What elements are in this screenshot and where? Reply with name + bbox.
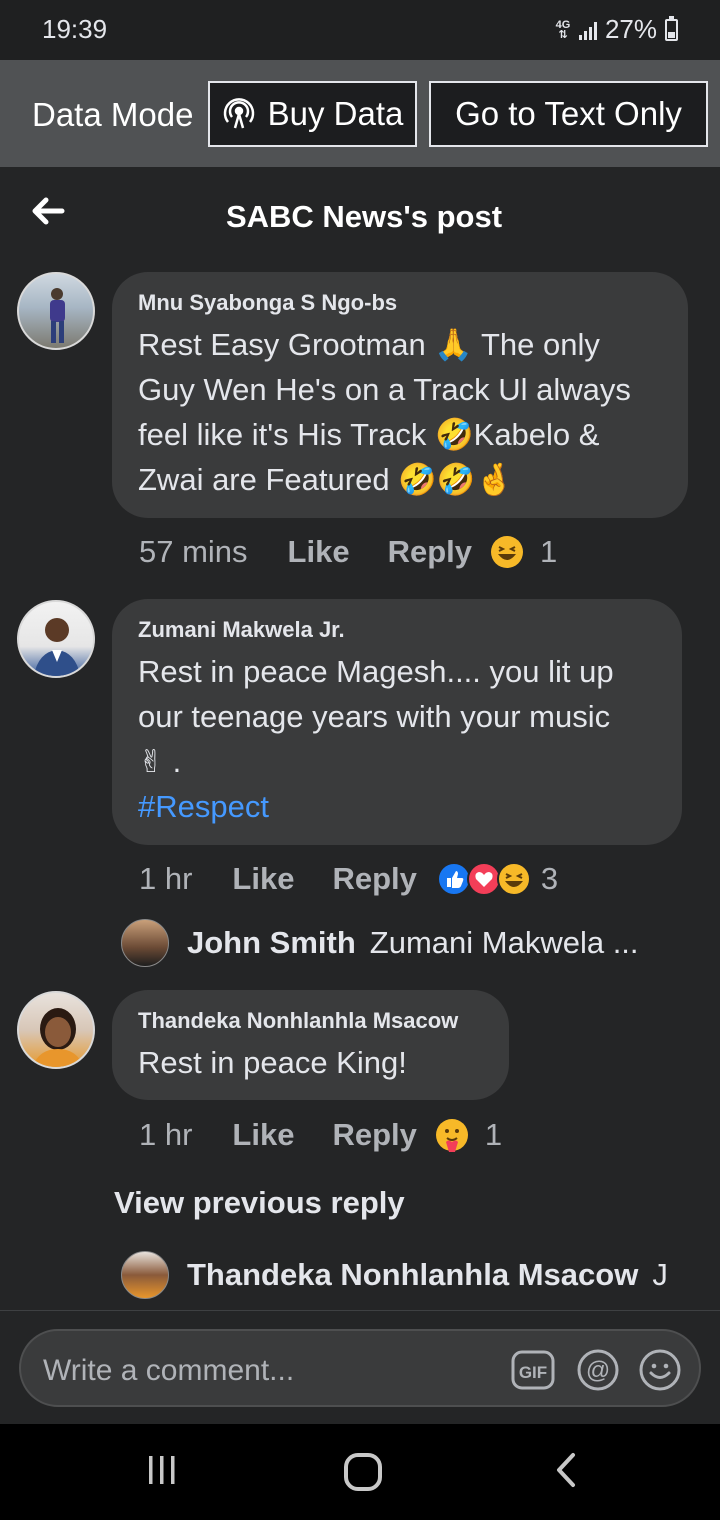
- commenter-name[interactable]: Thandeka Nonhlanhla Msacow: [138, 1008, 483, 1034]
- signal-icon: [578, 20, 597, 40]
- system-nav-bar: [0, 1424, 720, 1520]
- post-header: SABC News's post: [0, 167, 720, 259]
- comment-text: Rest in peace Magesh.... you lit up our …: [138, 649, 656, 829]
- avatar[interactable]: [17, 600, 95, 678]
- status-bar: 19:39 4G ⇅ 27%: [0, 0, 720, 60]
- data-mode-label: Data Mode: [32, 96, 194, 133]
- comment-actions: 1 hr Like Reply 1: [139, 1117, 502, 1153]
- comment-time: 57 mins: [139, 534, 248, 569]
- comment-time: 1 hr: [139, 861, 193, 896]
- reply-button[interactable]: Reply: [332, 861, 416, 897]
- commenter-name[interactable]: Zumani Makwela Jr.: [138, 617, 656, 643]
- love-reaction-icon: [466, 862, 501, 896]
- buy-data-label: Buy Data: [267, 95, 404, 132]
- comment-bubble[interactable]: Thandeka Nonhlanhla Msacow Rest in peace…: [112, 990, 509, 1100]
- reaction-icons[interactable]: [436, 862, 531, 896]
- comment-text: Rest Easy Grootman 🙏 The only Guy Wen He…: [138, 327, 631, 497]
- status-icons: 4G ⇅ 27%: [555, 14, 678, 45]
- home-icon[interactable]: [343, 1452, 383, 1492]
- comment-time: 1 hr: [139, 1117, 193, 1152]
- avatar[interactable]: [17, 991, 95, 1069]
- reply-button[interactable]: Reply: [332, 1117, 416, 1153]
- status-time: 19:39: [42, 14, 108, 44]
- reply-preview[interactable]: John Smith Zumani Makwela ...: [187, 925, 639, 961]
- comment-placeholder: Write a comment...: [43, 1354, 295, 1387]
- view-previous-reply-link[interactable]: View previous reply: [114, 1185, 405, 1221]
- reaction-count[interactable]: 1: [540, 534, 557, 570]
- page-title: SABC News's post: [225, 199, 503, 234]
- emoji-icon[interactable]: [638, 1348, 682, 1392]
- comment-input[interactable]: Write a comment... GIF @: [19, 1329, 701, 1407]
- gif-icon[interactable]: GIF: [511, 1348, 555, 1392]
- person-photo: [32, 1008, 84, 1067]
- haha-reaction-icon[interactable]: [490, 535, 524, 569]
- avatar[interactable]: [17, 272, 95, 350]
- person-photo: [50, 288, 65, 343]
- svg-text:@: @: [586, 1357, 610, 1384]
- mention-icon[interactable]: @: [576, 1348, 620, 1392]
- comment-bubble[interactable]: Zumani Makwela Jr. Rest in peace Magesh.…: [112, 599, 682, 845]
- go-to-text-only-button[interactable]: Go to Text Only: [429, 81, 708, 147]
- like-button[interactable]: Like: [232, 1117, 294, 1153]
- comment-bubble[interactable]: Mnu Syabonga S Ngo-bs Rest Easy Grootman…: [112, 272, 688, 518]
- like-button[interactable]: Like: [232, 861, 294, 897]
- reply-author-name: John Smith: [187, 925, 356, 960]
- like-reaction-icon: [436, 862, 471, 896]
- reply-button[interactable]: Reply: [388, 534, 472, 570]
- comment-text: Rest in peace King!: [138, 1045, 407, 1080]
- battery-icon: [665, 15, 678, 41]
- back-nav-icon[interactable]: [548, 1452, 584, 1488]
- comment-actions: 57 mins Like Reply 1: [139, 534, 557, 570]
- text-only-label: Go to Text Only: [455, 95, 682, 132]
- comment-composer-bar: Write a comment... GIF @: [0, 1310, 720, 1424]
- reaction-count[interactable]: 3: [541, 861, 558, 897]
- data-mode-bar: Data Mode Buy Data Go to Text Only: [0, 60, 720, 167]
- reply-avatar[interactable]: [121, 1251, 169, 1299]
- haha-reaction-icon: [496, 862, 531, 896]
- recent-apps-icon[interactable]: [144, 1452, 180, 1488]
- person-photo: [33, 618, 81, 676]
- reply-avatar[interactable]: [121, 919, 169, 967]
- reply-preview[interactable]: Thandeka Nonhlanhla Msacow J: [187, 1257, 668, 1293]
- hashtag-link[interactable]: #Respect: [138, 784, 656, 829]
- reply-snippet: J: [652, 1257, 668, 1292]
- svg-text:GIF: GIF: [519, 1363, 547, 1382]
- battery-percent: 27%: [604, 14, 657, 44]
- reply-author-name: Thandeka Nonhlanhla Msacow: [187, 1257, 639, 1292]
- comment-actions: 1 hr Like Reply 3: [139, 861, 558, 897]
- network-type-icon: 4G ⇅: [555, 18, 571, 41]
- commenter-name[interactable]: Mnu Syabonga S Ngo-bs: [138, 290, 662, 316]
- broadcast-icon: [223, 98, 254, 129]
- like-button[interactable]: Like: [288, 534, 350, 570]
- buy-data-button[interactable]: Buy Data: [208, 81, 417, 147]
- reaction-count[interactable]: 1: [485, 1117, 502, 1153]
- care-reaction-icon[interactable]: [435, 1118, 469, 1152]
- reply-snippet: Zumani Makwela ...: [369, 925, 639, 960]
